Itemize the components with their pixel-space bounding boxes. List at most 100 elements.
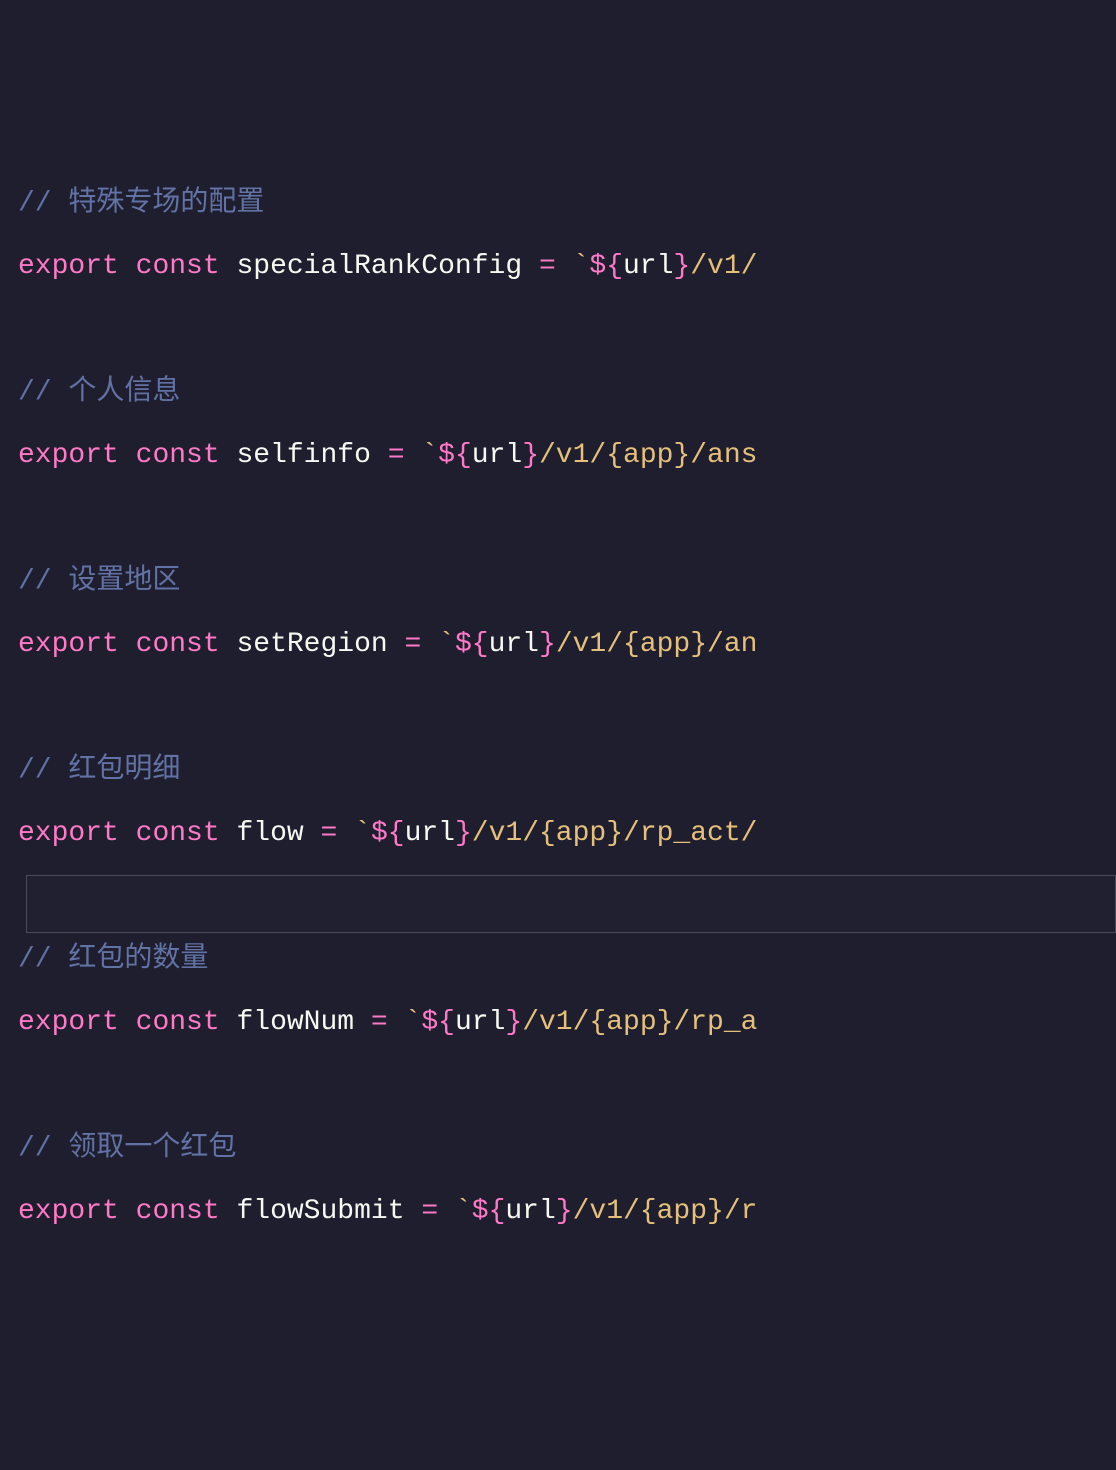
whitespace <box>405 440 422 471</box>
operator-token: = <box>371 1007 388 1038</box>
whitespace <box>304 818 321 849</box>
code-line[interactable]: // 个人信息 <box>18 371 1116 434</box>
whitespace <box>220 629 237 660</box>
interp-variable: url <box>489 629 539 660</box>
code-line[interactable]: // 红包的数量 <box>18 938 1116 1001</box>
interp-variable: url <box>405 818 455 849</box>
code-line[interactable] <box>18 1064 1116 1127</box>
whitespace <box>438 1196 455 1227</box>
comment-text: // 红包明细 <box>18 755 180 786</box>
identifier-token: setRegion <box>236 629 387 660</box>
interp-dollar: $ <box>472 1196 489 1227</box>
operator-token: = <box>321 818 338 849</box>
whitespace <box>119 1196 136 1227</box>
whitespace <box>119 1007 136 1038</box>
interp-dollar: $ <box>438 440 455 471</box>
whitespace <box>354 1007 371 1038</box>
keyword-token: const <box>136 440 220 471</box>
whitespace <box>421 629 438 660</box>
string-token: /v1/{app}/ans <box>539 440 757 471</box>
interp-dollar: $ <box>421 1007 438 1038</box>
whitespace <box>119 629 136 660</box>
interp-dollar: $ <box>589 251 606 282</box>
string-token: /v1/{app}/rp_act/ <box>472 818 758 849</box>
keyword-token: const <box>136 1196 220 1227</box>
code-line[interactable]: // 特殊专场的配置 <box>18 182 1116 245</box>
interp-brace: { <box>472 629 489 660</box>
code-line[interactable]: export const setRegion = `${url}/v1/{app… <box>18 623 1116 686</box>
keyword-token: export <box>18 440 119 471</box>
interp-variable: url <box>472 440 522 471</box>
template-backtick: ` <box>438 629 455 660</box>
code-line[interactable] <box>18 308 1116 371</box>
string-token: /v1/{app}/rp_a <box>522 1007 757 1038</box>
whitespace <box>556 251 573 282</box>
whitespace <box>220 251 237 282</box>
interp-brace: { <box>388 818 405 849</box>
keyword-token: export <box>18 1007 119 1038</box>
string-token: /v1/ <box>690 251 757 282</box>
interp-brace: } <box>539 629 556 660</box>
identifier-token: flowSubmit <box>236 1196 404 1227</box>
code-line[interactable]: // 红包明细 <box>18 749 1116 812</box>
whitespace <box>388 629 405 660</box>
interp-variable: url <box>623 251 673 282</box>
comment-text: // 特殊专场的配置 <box>18 188 264 219</box>
whitespace <box>337 818 354 849</box>
interp-brace: } <box>522 440 539 471</box>
keyword-token: const <box>136 251 220 282</box>
operator-token: = <box>405 629 422 660</box>
whitespace <box>220 440 237 471</box>
code-line[interactable] <box>18 497 1116 560</box>
keyword-token: export <box>18 629 119 660</box>
code-line[interactable]: export const flowNum = `${url}/v1/{app}/… <box>18 1001 1116 1064</box>
interp-variable: url <box>455 1007 505 1038</box>
whitespace <box>220 818 237 849</box>
keyword-token: const <box>136 818 220 849</box>
identifier-token: flow <box>236 818 303 849</box>
comment-text: // 设置地区 <box>18 566 180 597</box>
code-line[interactable]: export const selfinfo = `${url}/v1/{app}… <box>18 434 1116 497</box>
code-line[interactable] <box>18 686 1116 749</box>
operator-token: = <box>539 251 556 282</box>
comment-text: // 领取一个红包 <box>18 1133 236 1164</box>
template-backtick: ` <box>573 251 590 282</box>
whitespace <box>119 818 136 849</box>
interp-variable: url <box>505 1196 555 1227</box>
cursor-line-highlight <box>26 875 1116 933</box>
operator-token: = <box>421 1196 438 1227</box>
identifier-token: flowNum <box>236 1007 354 1038</box>
interp-brace: { <box>489 1196 506 1227</box>
whitespace <box>388 1007 405 1038</box>
template-backtick: ` <box>354 818 371 849</box>
code-line[interactable]: export const specialRankConfig = `${url}… <box>18 245 1116 308</box>
interp-brace: } <box>505 1007 522 1038</box>
identifier-token: specialRankConfig <box>236 251 522 282</box>
whitespace <box>119 251 136 282</box>
interp-dollar: $ <box>455 629 472 660</box>
keyword-token: export <box>18 818 119 849</box>
code-line[interactable]: // 设置地区 <box>18 560 1116 623</box>
template-backtick: ` <box>421 440 438 471</box>
string-token: /v1/{app}/r <box>573 1196 758 1227</box>
whitespace <box>119 440 136 471</box>
whitespace <box>220 1196 237 1227</box>
whitespace <box>371 440 388 471</box>
interp-brace: } <box>455 818 472 849</box>
code-line[interactable]: export const flowSubmit = `${url}/v1/{ap… <box>18 1190 1116 1253</box>
template-backtick: ` <box>455 1196 472 1227</box>
code-editor[interactable]: // 特殊专场的配置 export const specialRankConfig… <box>18 182 1116 1253</box>
keyword-token: const <box>136 629 220 660</box>
string-token: /v1/{app}/an <box>556 629 758 660</box>
code-line[interactable]: export const flow = `${url}/v1/{app}/rp_… <box>18 812 1116 875</box>
code-line[interactable]: // 领取一个红包 <box>18 1127 1116 1190</box>
comment-text: // 红包的数量 <box>18 944 208 975</box>
whitespace <box>522 251 539 282</box>
interp-brace: { <box>606 251 623 282</box>
interp-brace: { <box>455 440 472 471</box>
whitespace <box>405 1196 422 1227</box>
code-line[interactable] <box>18 875 1116 938</box>
comment-text: // 个人信息 <box>18 377 180 408</box>
whitespace <box>220 1007 237 1038</box>
interp-dollar: $ <box>371 818 388 849</box>
